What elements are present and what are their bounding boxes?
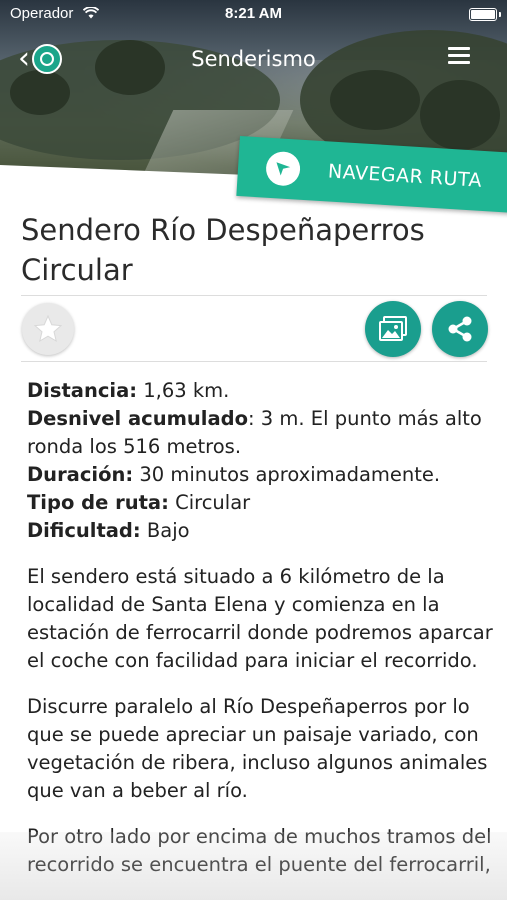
clock: 8:21 AM	[225, 5, 282, 22]
route-title-line: Circular	[21, 253, 133, 287]
detail-row: Distancia: 1,63 km.	[27, 379, 230, 402]
description-paragraph: Por otro lado por encima de muchos tramo…	[27, 825, 492, 876]
route-title-line: Sendero Río Despeñaperros	[21, 213, 425, 247]
detail-row: ronda los 516 metros.	[27, 435, 242, 458]
favorite-button[interactable]	[22, 303, 74, 355]
image-icon	[379, 316, 407, 341]
route-title: Sendero Río Despeñaperros Circular	[21, 210, 491, 290]
menu-icon[interactable]	[448, 47, 470, 64]
status-bar: Operador 8:21 AM	[0, 0, 507, 28]
description-paragraph: Discurre paralelo al Río Despeñaperros p…	[27, 695, 488, 802]
navigation-arrow-icon	[265, 150, 302, 187]
navigation-bar: ‹ Senderismo	[0, 28, 507, 88]
detail-row: Dificultad: Bajo	[27, 519, 190, 542]
description-paragraph: El sendero está situado a 6 kilómetro de…	[27, 565, 493, 672]
detail-row: Duración: 30 minutos aproximadamente.	[27, 463, 441, 486]
divider	[21, 295, 487, 296]
page-title: Senderismo	[191, 47, 316, 71]
share-button[interactable]	[432, 301, 488, 357]
divider	[21, 361, 487, 362]
navigate-route-label: NAVEGAR RUTA	[327, 160, 483, 192]
detail-row: Desnivel acumulado: 3 m. El punto más al…	[27, 407, 482, 430]
detail-row: Tipo de ruta: Circular	[27, 491, 251, 514]
route-description: Distancia: 1,63 km. Desnivel acumulado: …	[27, 377, 493, 879]
star-icon	[33, 314, 63, 343]
battery-icon	[469, 8, 497, 21]
gallery-button[interactable]	[365, 301, 421, 357]
share-icon	[448, 316, 472, 342]
